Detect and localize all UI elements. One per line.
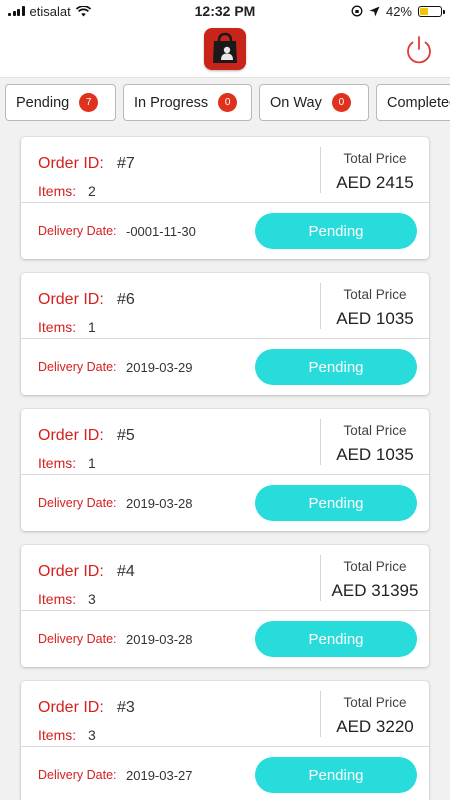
order-card[interactable]: Order ID: #3 Items: 3 Total Price AED 32… — [21, 681, 429, 800]
tab-completed[interactable]: Completed — [376, 84, 450, 121]
location-arrow-icon — [369, 6, 380, 16]
total-price-value: AED 31395 — [331, 581, 419, 600]
order-status-button[interactable]: Pending — [255, 485, 417, 521]
total-price-label: Total Price — [343, 695, 407, 710]
delivery-date-label: Delivery Date: — [38, 496, 117, 510]
order-id-label: Order ID: — [38, 699, 104, 716]
order-status-button[interactable]: Pending — [255, 213, 417, 249]
order-id-value: #7 — [117, 155, 135, 172]
status-right: 42% — [351, 3, 445, 19]
app-header — [0, 22, 450, 78]
order-card[interactable]: Order ID: #6 Items: 1 Total Price AED 10… — [21, 273, 429, 395]
order-id-value: #5 — [117, 427, 135, 444]
tab-pending[interactable]: Pending 7 — [5, 84, 116, 121]
tab-count-badge: 0 — [218, 93, 238, 112]
delivery-date-value: 2019-03-29 — [126, 360, 193, 375]
items-label: Items: — [38, 727, 77, 743]
items-value: 1 — [88, 455, 96, 471]
status-bar: etisalat 12:32 PM 42% — [0, 0, 450, 22]
shopping-bag-icon — [204, 28, 246, 70]
tab-label: In Progress — [134, 94, 209, 111]
delivery-date-label: Delivery Date: — [38, 224, 117, 238]
items-label: Items: — [38, 591, 77, 607]
tab-in-progress[interactable]: In Progress 0 — [123, 84, 252, 121]
order-status-button[interactable]: Pending — [255, 621, 417, 657]
tab-on-way[interactable]: On Way 0 — [259, 84, 369, 121]
signal-icon — [8, 6, 25, 16]
order-id-label: Order ID: — [38, 155, 104, 172]
total-price-label: Total Price — [343, 423, 407, 438]
delivery-date-value: 2019-03-27 — [126, 768, 193, 783]
total-price-value: AED 3220 — [336, 717, 414, 736]
delivery-date-label: Delivery Date: — [38, 360, 117, 374]
order-status-button[interactable]: Pending — [255, 757, 417, 793]
battery-icon — [418, 5, 445, 17]
items-label: Items: — [38, 183, 77, 199]
orientation-lock-icon — [351, 5, 363, 17]
wifi-icon — [75, 5, 91, 16]
tab-label: Completed — [387, 94, 450, 111]
battery-percent: 42% — [385, 3, 412, 19]
items-value: 1 — [88, 319, 96, 335]
status-tabs: Pending 7 In Progress 0 On Way 0 Complet… — [0, 84, 450, 124]
tab-count-badge: 7 — [79, 93, 99, 112]
items-value: 3 — [88, 591, 96, 607]
carrier-name: etisalat — [29, 3, 71, 19]
power-icon[interactable] — [403, 34, 435, 66]
order-id-label: Order ID: — [38, 291, 104, 308]
tab-count-badge: 0 — [331, 93, 351, 112]
order-status-button[interactable]: Pending — [255, 349, 417, 385]
tab-label: On Way — [270, 94, 322, 111]
items-label: Items: — [38, 319, 77, 335]
total-price-value: AED 1035 — [336, 309, 414, 328]
order-id-value: #3 — [117, 699, 135, 716]
items-value: 2 — [88, 183, 96, 199]
delivery-date-label: Delivery Date: — [38, 632, 117, 646]
total-price-label: Total Price — [343, 287, 407, 302]
delivery-date-label: Delivery Date: — [38, 768, 117, 782]
items-label: Items: — [38, 455, 77, 471]
order-id-value: #4 — [117, 563, 135, 580]
status-left: etisalat — [8, 4, 91, 19]
order-card[interactable]: Order ID: #5 Items: 1 Total Price AED 10… — [21, 409, 429, 531]
tab-label: Pending — [16, 94, 70, 111]
order-id-value: #6 — [117, 291, 135, 308]
order-card[interactable]: Order ID: #4 Items: 3 Total Price AED 31… — [21, 545, 429, 667]
total-price-value: AED 2415 — [336, 173, 414, 192]
order-id-label: Order ID: — [38, 427, 104, 444]
total-price-label: Total Price — [343, 559, 407, 574]
order-card[interactable]: Order ID: #7 Items: 2 Total Price AED 24… — [21, 137, 429, 259]
delivery-date-value: 2019-03-28 — [126, 632, 193, 647]
delivery-date-value: -0001-11-30 — [126, 224, 196, 239]
delivery-date-value: 2019-03-28 — [126, 496, 193, 511]
items-value: 3 — [88, 727, 96, 743]
total-price-label: Total Price — [343, 151, 407, 166]
order-id-label: Order ID: — [38, 563, 104, 580]
order-list: Order ID: #7 Items: 2 Total Price AED 24… — [21, 137, 429, 800]
total-price-value: AED 1035 — [336, 445, 414, 464]
